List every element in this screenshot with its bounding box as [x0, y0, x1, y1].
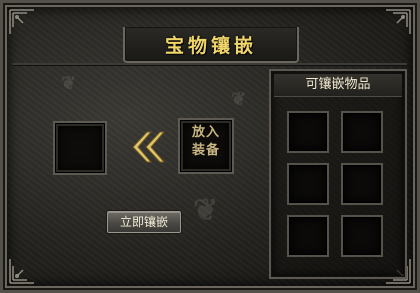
- ornament-corner-icon: [7, 256, 37, 286]
- title-bar: 宝物镶嵌: [123, 27, 299, 63]
- gem-slot[interactable]: [341, 111, 383, 153]
- equipment-slot-label: 放入 装备: [191, 125, 220, 158]
- gem-slot[interactable]: [287, 111, 329, 153]
- window-title: 宝物镶嵌: [164, 34, 257, 57]
- equipment-input-slot[interactable]: 放入 装备: [178, 118, 234, 174]
- result-slot[interactable]: [53, 121, 107, 175]
- ornament-corner-icon: [7, 7, 37, 37]
- embeddable-items-panel: 可镶嵌物品: [269, 69, 407, 279]
- heart-ornament-icon: ❦: [231, 89, 247, 110]
- embed-now-button[interactable]: 立即镶嵌: [107, 211, 181, 233]
- gem-slot[interactable]: [341, 163, 383, 205]
- divider: [13, 63, 407, 65]
- gem-slot[interactable]: [287, 215, 329, 257]
- heart-ornament-icon: ❦: [193, 193, 219, 228]
- gem-embed-window: 宝物镶嵌 ❦ ❦ ❦ 放入 装备 立即镶嵌 可镶嵌物品: [0, 0, 420, 293]
- gem-slot[interactable]: [341, 215, 383, 257]
- heart-ornament-icon: ❦: [61, 73, 77, 94]
- panel-header: 可镶嵌物品: [274, 74, 402, 97]
- gem-slot[interactable]: [287, 163, 329, 205]
- ornament-corner-icon: [383, 7, 413, 37]
- double-chevron-left-icon: [132, 131, 165, 163]
